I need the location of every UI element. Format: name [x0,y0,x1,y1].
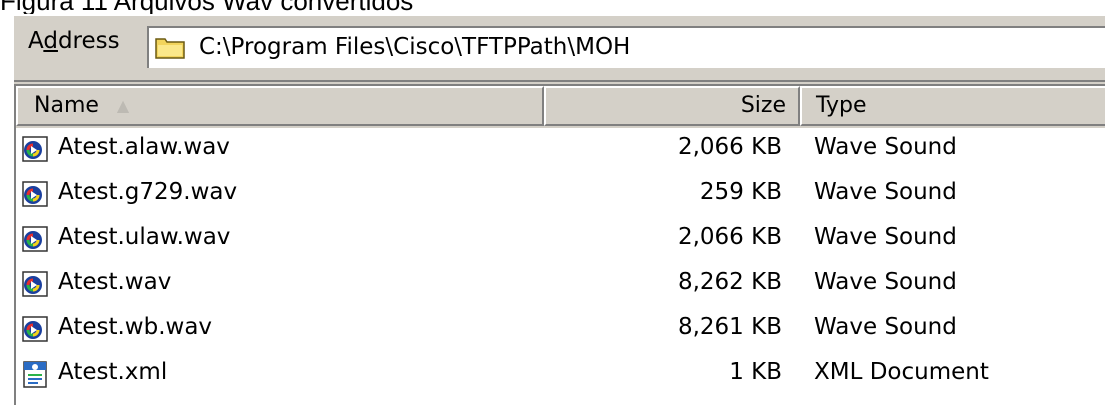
column-header-name[interactable]: Name ▲ [16,86,544,126]
file-type: Wave Sound [814,269,957,295]
file-list[interactable]: Name ▲ Size Type Atest.alaw.wav 2,066 KB … [14,84,1105,405]
column-header-type[interactable]: Type [800,86,1105,126]
file-type: Wave Sound [814,134,957,160]
file-row[interactable]: Atest.alaw.wav 2,066 KB Wave Sound [16,130,1105,175]
file-row[interactable]: Atest.wb.wav 8,261 KB Wave Sound [16,310,1105,355]
folder-icon [155,38,185,59]
file-type: Wave Sound [814,224,957,250]
file-name: Atest.xml [58,359,168,385]
file-type: Wave Sound [814,314,957,340]
file-row[interactable]: Atest.xml 1 KB XML Document [16,355,1105,400]
file-name: Atest.wav [58,269,172,295]
address-input[interactable]: C:\Program Files\Cisco\TFTPPath\MOH [147,26,1105,68]
file-row[interactable]: Atest.wav 8,262 KB Wave Sound [16,265,1105,310]
explorer-window: Address C:\Program Files\Cisco\TFTPPath\… [12,14,1105,405]
xml-document-icon [23,361,47,388]
file-row[interactable]: Atest.ulaw.wav 2,066 KB Wave Sound [16,220,1105,265]
sort-ascending-icon: ▲ [116,96,130,115]
file-type: XML Document [814,359,989,385]
address-path: C:\Program Files\Cisco\TFTPPath\MOH [199,34,631,60]
file-name: Atest.alaw.wav [58,134,230,160]
file-size: 259 KB [699,179,782,205]
file-size: 2,066 KB [677,224,782,250]
wave-sound-icon [22,316,48,342]
file-name: Atest.wb.wav [58,314,213,340]
wave-sound-icon [22,271,48,297]
file-size: 8,262 KB [677,269,782,295]
address-bar: Address C:\Program Files\Cisco\TFTPPath\… [14,16,1105,82]
column-header-size[interactable]: Size [544,86,800,126]
file-name: Atest.ulaw.wav [58,224,231,250]
address-label: Address [28,28,120,54]
file-size: 1 KB [729,359,782,385]
wave-sound-icon [22,226,48,252]
file-type: Wave Sound [814,179,957,205]
file-size: 8,261 KB [677,314,782,340]
file-name: Atest.g729.wav [58,179,238,205]
file-size: 2,066 KB [677,134,782,160]
wave-sound-icon [22,181,48,207]
file-row[interactable]: Atest.g729.wav 259 KB Wave Sound [16,175,1105,220]
wave-sound-icon [22,136,48,162]
column-headers: Name ▲ Size Type [16,86,1105,128]
